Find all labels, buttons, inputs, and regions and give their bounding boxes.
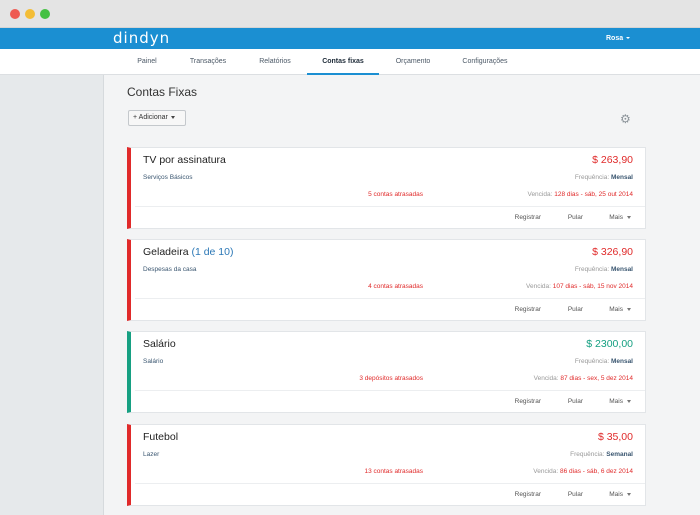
page-title: Contas Fixas bbox=[127, 85, 198, 99]
due-label: Vencida: bbox=[533, 375, 559, 382]
more-button[interactable]: Mais bbox=[609, 298, 631, 321]
bill-actions: Registrar Pular Mais bbox=[131, 390, 645, 413]
chevron-down-icon bbox=[627, 492, 631, 496]
nav-relatorios[interactable]: Relatórios bbox=[248, 49, 302, 75]
bill-frequency: Frequência: Mensal bbox=[575, 266, 633, 273]
bill-overdue: 5 contas atrasadas bbox=[368, 191, 423, 198]
more-button[interactable]: Mais bbox=[609, 390, 631, 413]
more-label: Mais bbox=[609, 214, 623, 221]
chevron-down-icon bbox=[627, 307, 631, 311]
frequency-value: Semanal bbox=[606, 451, 633, 458]
installment-count: (1 de 10) bbox=[191, 246, 234, 258]
nav-contas-fixas[interactable]: Contas fixas bbox=[307, 49, 379, 75]
due-label: Vencida: bbox=[527, 191, 553, 198]
bill-title-text: Geladeira bbox=[143, 246, 189, 258]
bill-title[interactable]: TV por assinatura bbox=[143, 154, 226, 166]
bill-category[interactable]: Despesas da casa bbox=[143, 266, 196, 273]
skip-button[interactable]: Pular bbox=[568, 483, 583, 506]
nav-painel[interactable]: Painel bbox=[124, 49, 170, 75]
bill-due: Vencida: 107 dias - sáb, 15 nov 2014 bbox=[526, 283, 633, 290]
register-button[interactable]: Registrar bbox=[515, 483, 541, 506]
maximize-window-button[interactable] bbox=[40, 9, 50, 19]
bill-title-text: Futebol bbox=[143, 431, 179, 443]
bill-card: TV por assinatura $ 263,90 Serviços Bási… bbox=[127, 147, 646, 229]
bill-due: Vencida: 128 dias - sáb, 25 out 2014 bbox=[527, 191, 633, 198]
more-label: Mais bbox=[609, 306, 623, 313]
bill-card: Geladeira (1 de 10) $ 326,90 Despesas da… bbox=[127, 239, 646, 321]
register-button[interactable]: Registrar bbox=[515, 298, 541, 321]
frequency-value: Mensal bbox=[610, 174, 633, 181]
skip-button[interactable]: Pular bbox=[568, 206, 583, 229]
due-value: 87 dias - sex, 5 dez 2014 bbox=[560, 375, 633, 382]
bill-title[interactable]: Salário bbox=[143, 338, 176, 350]
bill-overdue: 4 contas atrasadas bbox=[368, 283, 423, 290]
bill-title-text: Salário bbox=[143, 338, 176, 350]
top-bar: dindyn Rosa bbox=[0, 28, 700, 49]
register-button[interactable]: Registrar bbox=[515, 206, 541, 229]
frequency-label: Frequência: bbox=[574, 358, 610, 365]
bill-actions: Registrar Pular Mais bbox=[131, 483, 645, 506]
add-button-label: + Adicionar bbox=[133, 114, 168, 121]
due-label: Vencida: bbox=[533, 468, 559, 475]
user-menu[interactable]: Rosa bbox=[606, 28, 623, 49]
chevron-down-icon bbox=[627, 399, 631, 403]
bill-due: Vencida: 87 dias - sex, 5 dez 2014 bbox=[534, 375, 633, 382]
bill-category[interactable]: Serviços Básicos bbox=[143, 174, 193, 181]
frequency-label: Frequência: bbox=[570, 451, 605, 458]
due-value: 107 dias - sáb, 15 nov 2014 bbox=[552, 283, 633, 290]
bill-card: Futebol $ 35,00 Lazer Frequência: Semana… bbox=[127, 424, 646, 506]
bill-actions: Registrar Pular Mais bbox=[131, 298, 645, 321]
frequency-label: Frequência: bbox=[574, 174, 610, 181]
bill-card: Salário $ 2300,00 Salário Frequência: Me… bbox=[127, 331, 646, 413]
bill-actions: Registrar Pular Mais bbox=[131, 206, 645, 229]
bill-category[interactable]: Salário bbox=[143, 358, 163, 365]
minimize-window-button[interactable] bbox=[25, 9, 35, 19]
window-titlebar bbox=[0, 0, 700, 28]
bill-frequency: Frequência: Semanal bbox=[570, 451, 633, 458]
bill-frequency: Frequência: Mensal bbox=[575, 358, 633, 365]
nav-configuracoes[interactable]: Configurações bbox=[452, 49, 518, 75]
frequency-label: Frequência: bbox=[574, 266, 610, 273]
bill-overdue: 3 depósitos atrasados bbox=[359, 375, 423, 382]
bill-overdue: 13 contas atrasadas bbox=[364, 468, 423, 475]
bill-category[interactable]: Lazer bbox=[143, 451, 159, 458]
frequency-value: Mensal bbox=[610, 266, 633, 273]
app-logo[interactable]: dindyn bbox=[113, 28, 170, 49]
register-button[interactable]: Registrar bbox=[515, 390, 541, 413]
due-label: Vencida: bbox=[526, 283, 551, 290]
add-button[interactable]: + Adicionar bbox=[128, 110, 186, 126]
due-value: 128 dias - sáb, 25 out 2014 bbox=[554, 191, 633, 198]
nav-orcamento[interactable]: Orçamento bbox=[384, 49, 442, 75]
bill-amount: $ 326,90 bbox=[592, 246, 633, 258]
more-label: Mais bbox=[609, 398, 623, 405]
chevron-down-icon bbox=[170, 115, 175, 119]
close-window-button[interactable] bbox=[10, 9, 20, 19]
frequency-value: Mensal bbox=[610, 358, 633, 365]
nav-transacoes[interactable]: Transações bbox=[180, 49, 236, 75]
sidebar bbox=[0, 75, 104, 515]
skip-button[interactable]: Pular bbox=[568, 390, 583, 413]
bill-title-text: TV por assinatura bbox=[143, 154, 226, 166]
skip-button[interactable]: Pular bbox=[568, 298, 583, 321]
bill-title[interactable]: Futebol bbox=[143, 431, 178, 443]
bill-amount: $ 2300,00 bbox=[586, 338, 633, 350]
due-value: 86 dias - sáb, 6 dez 2014 bbox=[560, 468, 633, 475]
chevron-down-icon[interactable] bbox=[626, 37, 630, 39]
chevron-down-icon bbox=[627, 215, 631, 219]
bill-amount: $ 263,90 bbox=[592, 154, 633, 166]
more-button[interactable]: Mais bbox=[609, 206, 631, 229]
bill-amount: $ 35,00 bbox=[597, 431, 633, 443]
more-label: Mais bbox=[609, 491, 623, 498]
more-button[interactable]: Mais bbox=[609, 483, 631, 506]
gear-icon[interactable]: ⚙ bbox=[620, 113, 631, 125]
bill-due: Vencida: 86 dias - sáb, 6 dez 2014 bbox=[533, 468, 633, 475]
main-nav: Painel Transações Relatórios Contas fixa… bbox=[0, 49, 700, 75]
bill-title[interactable]: Geladeira (1 de 10) bbox=[143, 246, 233, 258]
bill-frequency: Frequência: Mensal bbox=[575, 174, 633, 181]
